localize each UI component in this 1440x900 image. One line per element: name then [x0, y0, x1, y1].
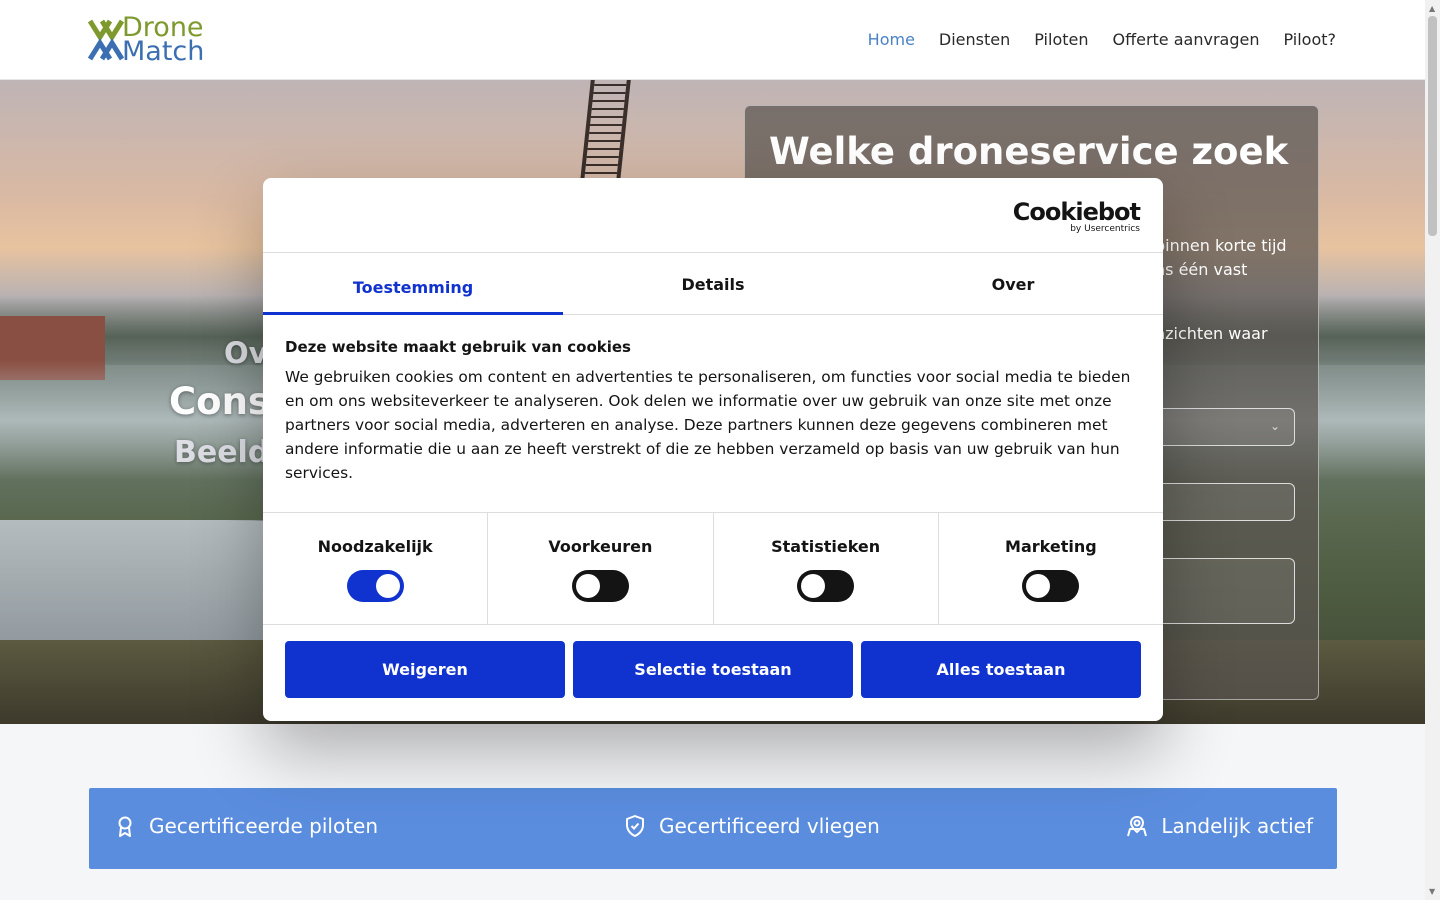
switch-marketing[interactable]	[1022, 570, 1080, 602]
switch-noodzakelijk[interactable]	[346, 570, 404, 602]
feature-certified-pilots: Gecertificeerde piloten	[113, 814, 378, 838]
service-input[interactable]	[1155, 483, 1295, 521]
scroll-up-icon[interactable]: ▲	[1429, 4, 1435, 13]
scrollbar-thumb[interactable]	[1428, 16, 1437, 236]
cookie-category-toggles: Noodzakelijk Voorkeuren Statistieken Mar…	[263, 512, 1163, 625]
service-card-text-2: nzichten waar	[1155, 324, 1268, 343]
hero-heading-line2: Cons	[169, 380, 270, 423]
feature-label: Gecertificeerde piloten	[149, 814, 379, 838]
tab-details[interactable]: Details	[563, 253, 863, 314]
weigeren-button[interactable]: Weigeren	[285, 641, 565, 698]
cookie-tabs: Toestemming Details Over	[263, 253, 1163, 315]
cookie-heading: Deze website maakt gebruik van cookies	[285, 338, 631, 356]
toggle-voorkeuren: Voorkeuren	[488, 513, 714, 624]
nav-home[interactable]: Home	[868, 30, 915, 49]
nav-offerte-aanvragen[interactable]: Offerte aanvragen	[1112, 30, 1259, 49]
service-select[interactable]: ⌄	[1155, 408, 1295, 446]
feature-label: Gecertificeerd vliegen	[659, 814, 880, 838]
toggle-label: Marketing	[1005, 537, 1097, 556]
cookie-dialog-body: Deze website maakt gebruik van cookies W…	[285, 338, 1141, 485]
service-textarea[interactable]	[1155, 558, 1295, 624]
award-icon	[118, 816, 132, 837]
feature-certified-flying: Gecertificeerd vliegen	[623, 814, 880, 838]
logo[interactable]: Drone Match	[88, 14, 228, 66]
cookie-buttons: Weigeren Selectie toestaan Alles toestaa…	[285, 641, 1141, 698]
selectie-toestaan-button[interactable]: Selectie toestaan	[573, 641, 853, 698]
switch-voorkeuren[interactable]	[571, 570, 629, 602]
chevron-down-icon: ⌄	[1269, 419, 1280, 433]
feature-bar: Gecertificeerde piloten Gecertificeerd v…	[89, 788, 1337, 869]
hero-heading-line3: Beeld	[174, 435, 270, 470]
feature-nationwide: Landelijk actief	[1125, 814, 1313, 838]
toggle-label: Statistieken	[771, 537, 881, 556]
service-card-text-1: binnen korte tijd ns één vast	[1155, 236, 1287, 279]
cookie-description: We gebruiken cookies om content en adver…	[285, 368, 1131, 482]
toggle-statistieken: Statistieken	[714, 513, 939, 624]
toggle-label: Noodzakelijk	[317, 537, 433, 556]
switch-statistieken[interactable]	[797, 570, 855, 602]
page-scrollbar[interactable]: ▲ ▼	[1425, 0, 1440, 900]
shield-check-icon	[626, 815, 644, 837]
hero-heading-line1: Ov	[224, 336, 268, 370]
nav-piloot[interactable]: Piloot?	[1283, 30, 1336, 49]
toggle-noodzakelijk: Noodzakelijk	[263, 513, 489, 624]
logo-text-match: Match	[122, 36, 205, 67]
toggle-label: Voorkeuren	[548, 537, 653, 556]
nav-piloten[interactable]: Piloten	[1034, 30, 1088, 49]
tab-toestemming[interactable]: Toestemming	[263, 253, 563, 315]
scroll-down-icon[interactable]: ▼	[1429, 887, 1435, 896]
tab-over[interactable]: Over	[863, 253, 1163, 314]
main-nav: Home Diensten Piloten Offerte aanvragen …	[868, 30, 1336, 49]
cookie-consent-dialog: Cookiebot by Usercentrics Toestemming De…	[263, 178, 1163, 721]
windmill-sail	[579, 80, 631, 190]
map-pin-user-icon	[1127, 815, 1148, 837]
cookiebot-logo: Cookiebot by Usercentrics	[1012, 198, 1141, 234]
cookie-dialog-header: Cookiebot by Usercentrics	[263, 178, 1163, 253]
cookiebot-brand: Cookiebot	[1012, 198, 1141, 226]
nav-diensten[interactable]: Diensten	[939, 30, 1010, 49]
navbar: Drone Match Home Diensten Piloten Offert…	[0, 0, 1425, 80]
alles-toestaan-button[interactable]: Alles toestaan	[861, 641, 1141, 698]
toggle-marketing: Marketing	[939, 513, 1163, 624]
feature-label: Landelijk actief	[1161, 814, 1313, 838]
